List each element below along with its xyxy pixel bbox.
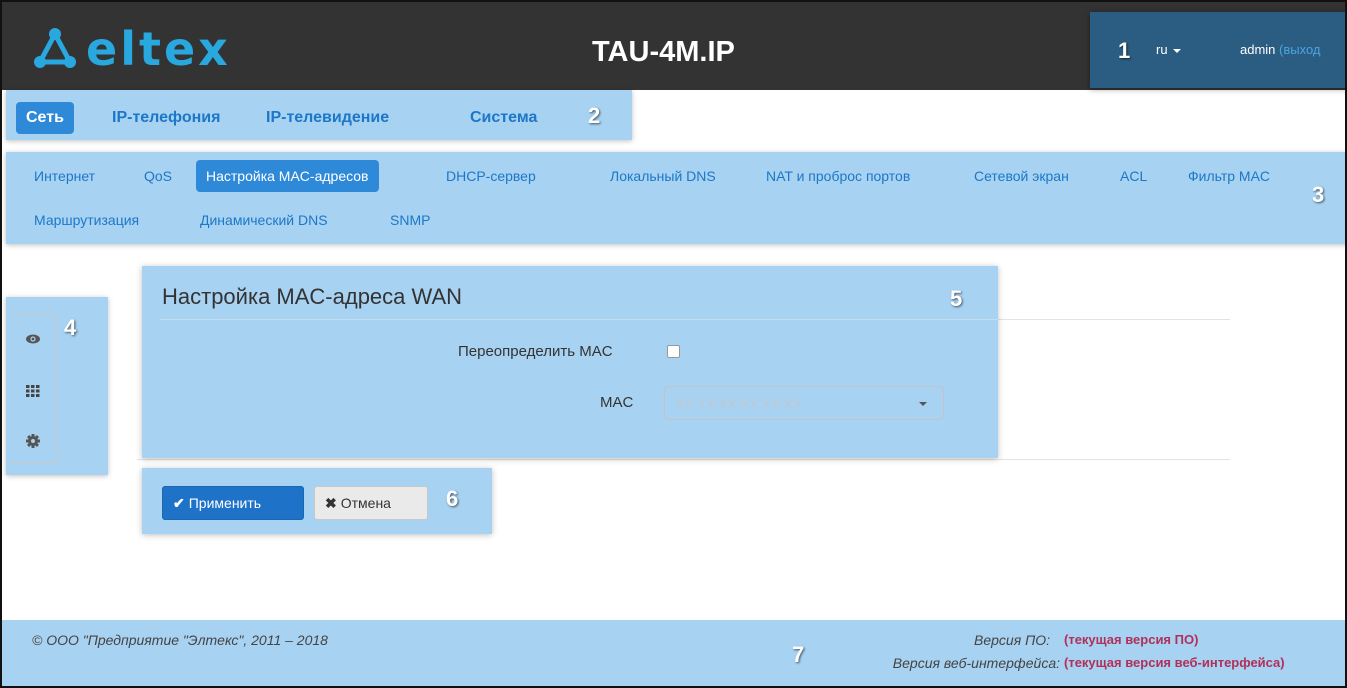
subtab-snmp[interactable]: SNMP [380,204,440,236]
chevron-down-icon [1172,48,1181,53]
header-bar: eltex TAU-4M.IP 1 ru admin (выход [2,2,1345,90]
grid-icon[interactable] [24,382,44,402]
marker-7: 7 [792,642,805,667]
mac-settings-panel: Настройка MAC-адреса WAN 5 Переопределит… [142,266,998,458]
subtab-routing[interactable]: Маршрутизация [24,204,149,236]
subtab-dynamic-dns[interactable]: Динамический DNS [190,204,338,236]
eltex-logo: eltex [32,24,231,74]
subtab-mac-filter[interactable]: Фильтр MAC [1178,160,1280,192]
check-icon: ✔ [173,495,185,511]
subtab-mac-settings[interactable]: Настройка MAC-адресов [196,160,379,192]
device-title: TAU-4M.IP [592,36,735,68]
main-nav: Сеть IP-телефония IP-телевидение Система… [6,90,632,140]
subtab-local-dns[interactable]: Локальный DNS [600,160,726,192]
marker-3: 3 [1312,182,1325,207]
language-dropdown[interactable]: ru [1156,42,1181,57]
marker-5: 5 [950,286,963,311]
gear-icon[interactable] [24,432,44,452]
chevron-down-icon [919,402,927,406]
subtab-nat[interactable]: NAT и проброс портов [756,160,920,192]
panel-divider [160,319,998,320]
cancel-label: Отмена [340,495,391,511]
web-version-label: Версия веб-интерфейса: [892,655,1060,671]
panel-title: Настройка MAC-адреса WAN [162,284,463,309]
copyright-text: © ООО "Предприятие "Элтекс", 2011 – 2018 [32,632,328,648]
subtab-internet[interactable]: Интернет [24,160,105,192]
user-panel: 1 ru admin (выход [1090,12,1345,88]
subtab-firewall[interactable]: Сетевой экран [964,160,1079,192]
tab-ip-telephony[interactable]: IP-телефония [102,102,230,134]
side-toolbar: 4 [6,297,108,475]
language-value: ru [1156,42,1168,57]
logo-text: eltex [86,22,231,76]
marker-6: 6 [446,486,459,511]
subtab-qos[interactable]: QoS [134,160,182,192]
close-icon: ✖ [325,495,337,511]
logout-link[interactable]: (выход [1279,42,1320,57]
marker-4: 4 [64,315,77,340]
subtab-acl[interactable]: ACL [1110,160,1157,192]
apply-label: Применить [188,495,262,511]
firmware-version-value: (текущая версия ПО) [1064,632,1199,647]
user-info: admin (выход [1240,42,1321,57]
marker-2: 2 [588,103,601,128]
sub-nav: Интернет QoS Настройка MAC-адресов DHCP-… [6,152,1345,244]
tab-system[interactable]: Система [460,102,547,134]
action-bar: ✔ Применить ✖ Отмена 6 [142,468,492,534]
mac-label: MAC [600,394,634,411]
override-mac-label: Переопределить MAC [458,343,613,360]
content-divider-bottom [137,459,1230,460]
override-mac-checkbox[interactable] [667,345,680,358]
eltex-logo-icon [34,28,76,68]
tab-ip-television[interactable]: IP-телевидение [256,102,399,134]
footer: © ООО "Предприятие "Элтекс", 2011 – 2018… [2,620,1345,686]
mac-select[interactable]: XX:XX:XX:XX:XX:XX [664,386,944,420]
web-version-value: (текущая версия веб-интерфейса) [1064,655,1285,670]
username: admin [1240,42,1276,57]
firmware-version-label: Версия ПО: [974,632,1050,648]
marker-1: 1 [1118,38,1131,63]
side-toolbar-group [10,315,58,463]
eye-icon[interactable] [24,330,44,350]
apply-button[interactable]: ✔ Применить [162,486,304,520]
tab-network[interactable]: Сеть [16,102,74,134]
cancel-button[interactable]: ✖ Отмена [314,486,428,520]
subtab-dhcp-server[interactable]: DHCP-сервер [436,160,546,192]
app-frame: eltex TAU-4M.IP 1 ru admin (выход Сеть I… [0,0,1347,688]
mac-placeholder: XX:XX:XX:XX:XX:XX [675,396,803,411]
